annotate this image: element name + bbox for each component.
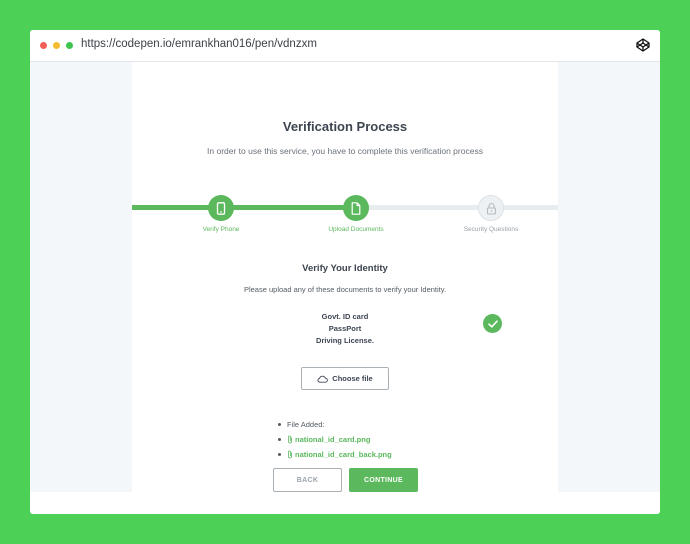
paperclip-icon (287, 435, 293, 444)
choose-file-label: Choose file (332, 374, 373, 383)
codepen-icon[interactable] (636, 38, 650, 52)
bullet (278, 438, 281, 441)
document-icon (351, 201, 361, 215)
choose-file-button[interactable]: Choose file (301, 367, 389, 390)
file-link[interactable]: national_id_card.png (295, 435, 370, 444)
maximize-window-button[interactable] (66, 42, 73, 49)
step-label-verify-phone: Verify Phone (202, 226, 240, 233)
section-title: Verify Your Identity (302, 263, 388, 274)
step-label-security-questions: Security Questions (463, 226, 519, 233)
browser-window: https://codepen.io/emrankhan016/pen/vdnz… (30, 30, 660, 514)
browser-titlebar: https://codepen.io/emrankhan016/pen/vdnz… (30, 30, 660, 62)
paperclip-icon (287, 450, 293, 459)
verification-card: Verification Process In order to use thi… (132, 62, 558, 492)
check-icon (483, 314, 502, 333)
document-type-item: PassPort (328, 324, 362, 333)
lock-icon (486, 202, 496, 215)
document-type-item: Driving License. (316, 336, 374, 345)
page-title: Verification Process (282, 119, 408, 134)
list-item: File Added: (278, 417, 392, 432)
close-window-button[interactable] (40, 42, 47, 49)
step-label-upload-documents: Upload Documents (328, 226, 384, 233)
page-footer-area: BACK CONTINUE (30, 468, 660, 514)
bullet (278, 453, 281, 456)
minimize-window-button[interactable] (53, 42, 60, 49)
bullet (278, 423, 281, 426)
continue-button[interactable]: CONTINUE (349, 468, 418, 492)
file-link[interactable]: national_id_card_back.png (295, 450, 392, 459)
list-item: national_id_card_back.png (278, 447, 392, 462)
step-verify-phone[interactable] (208, 195, 234, 221)
page-viewport: Verification Process In order to use thi… (30, 62, 660, 492)
address-bar[interactable]: https://codepen.io/emrankhan016/pen/vdnz… (81, 38, 317, 50)
step-upload-documents[interactable] (343, 195, 369, 221)
step-security-questions[interactable] (478, 195, 504, 221)
list-item: national_id_card.png (278, 432, 392, 447)
page-subtitle: In order to use this service, you have t… (207, 146, 483, 156)
section-instructions: Please upload any of these documents to … (243, 285, 447, 294)
progress-fill (132, 205, 356, 210)
phone-icon (216, 201, 226, 215)
back-button[interactable]: BACK (273, 468, 342, 492)
cloud-icon (317, 375, 329, 383)
files-heading: File Added: (287, 420, 325, 429)
added-files-list: File Added: national_id_card.png nationa… (278, 417, 392, 462)
document-type-item: Govt. ID card (321, 312, 369, 321)
